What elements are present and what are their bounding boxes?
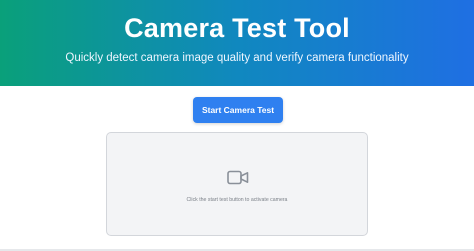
page: Camera Test Tool Quickly detect camera i… (0, 0, 474, 251)
camera-preview-area: Click the start test button to activate … (106, 132, 368, 236)
hero-banner: Camera Test Tool Quickly detect camera i… (0, 0, 474, 86)
page-subtitle: Quickly detect camera image quality and … (65, 52, 409, 64)
video-camera-icon (227, 170, 249, 185)
camera-hint-text: Click the start test button to activate … (186, 197, 288, 203)
start-camera-test-button[interactable]: Start Camera Test (193, 97, 283, 123)
page-title: Camera Test Tool (124, 13, 350, 43)
